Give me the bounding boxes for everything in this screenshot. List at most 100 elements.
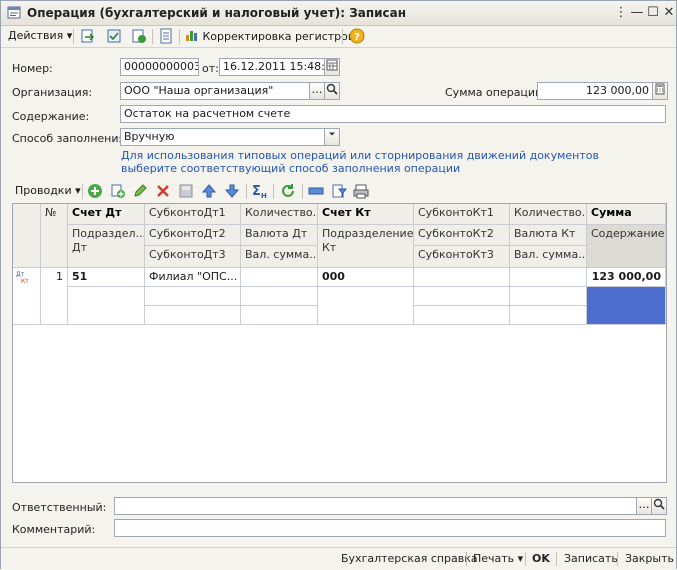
sum-icon[interactable]: ΣН — [252, 183, 268, 199]
row-kt-cell[interactable]: 000 — [318, 268, 414, 287]
print-preview-icon[interactable] — [353, 183, 369, 199]
row-content-cell-selected[interactable] — [587, 287, 666, 325]
row-valsumkt-cell[interactable] — [510, 306, 587, 325]
col-divkt-header[interactable]: Подразделение Кт — [318, 225, 414, 268]
row-subdt1-cell[interactable]: Филиал "ОПС... — [145, 268, 241, 287]
comment-field[interactable] — [114, 519, 666, 537]
document-window: Операция (бухгалтерский и налоговый учет… — [0, 0, 677, 570]
organization-open-button[interactable] — [324, 82, 340, 100]
row-num-cell[interactable]: 1 — [41, 268, 68, 325]
delete-icon[interactable] — [155, 183, 171, 199]
col-sum-header[interactable]: Сумма — [587, 204, 666, 225]
bottom-separator — [525, 552, 526, 566]
content-field[interactable]: Остаток на расчетном счете — [120, 105, 666, 123]
col-content-header[interactable]: Содержание — [587, 225, 666, 268]
add-icon[interactable] — [87, 183, 103, 199]
fill-method-hint[interactable]: Для использования типовых операций или с… — [121, 149, 599, 175]
accounting-report-button[interactable]: Бухгалтерская справка — [341, 552, 478, 568]
col-divdt-header[interactable]: Подраздел... Дт — [68, 225, 145, 268]
col-qtykt-header[interactable]: Количество... — [510, 204, 587, 225]
row-divkt-cell[interactable] — [318, 287, 414, 325]
col-num-header[interactable]: № — [41, 204, 68, 268]
svg-text:Кт: Кт — [21, 278, 29, 285]
copy-icon[interactable] — [110, 183, 126, 199]
help-icon[interactable]: ? — [349, 28, 365, 44]
row-subkt3-cell[interactable] — [414, 306, 510, 325]
window-title: Операция (бухгалтерский и налоговый учет… — [27, 6, 407, 20]
document-icon — [7, 6, 21, 19]
col-subkt2-header[interactable]: СубконтоКт2 — [414, 225, 510, 246]
col-subkt3-header[interactable]: СубконтоКт3 — [414, 246, 510, 268]
row-subkt1-cell[interactable] — [414, 268, 510, 287]
entries-toolbar: Проводки ▾ ΣН — [1, 181, 676, 201]
post-icon[interactable] — [131, 28, 147, 44]
fill-method-dropdown-button[interactable] — [324, 128, 340, 146]
move-up-icon[interactable] — [201, 183, 217, 199]
hint-line-2: выберите соответствующий способ заполнен… — [121, 162, 461, 175]
col-qtydt-header[interactable]: Количество... — [241, 204, 318, 225]
bottom-separator — [556, 552, 557, 566]
number-field[interactable]: 00000000003 — [120, 58, 199, 76]
document-list-icon[interactable] — [158, 28, 174, 44]
col-subdt2-header[interactable]: СубконтоДт2 — [145, 225, 241, 246]
edit-pencil-icon[interactable] — [132, 183, 148, 199]
toolbar-separator — [82, 184, 83, 199]
write-icon[interactable] — [106, 28, 122, 44]
close-button[interactable]: Закрыть — [625, 552, 674, 568]
actions-menu[interactable]: Действия ▾ — [8, 28, 72, 44]
row-subdt2-cell[interactable] — [145, 287, 241, 306]
fill-method-label: Способ заполнения: — [12, 132, 129, 145]
end-edit-icon[interactable] — [178, 183, 194, 199]
maximize-button[interactable]: ☐ — [645, 5, 661, 21]
responsible-open-button[interactable] — [651, 497, 667, 515]
organization-select-button[interactable]: … — [309, 82, 325, 100]
row-dt-cell[interactable]: 51 — [68, 268, 145, 287]
responsible-select-button[interactable]: … — [636, 497, 652, 515]
ok-button[interactable]: OK — [532, 552, 550, 568]
col-dt-header[interactable]: Счет Дт — [68, 204, 145, 225]
fill-method-select[interactable]: Вручную — [120, 128, 327, 146]
print-button[interactable]: Печать ▾ — [473, 552, 523, 568]
col-valsumkt-header[interactable]: Вал. сумма... — [510, 246, 587, 268]
toolbar-separator — [179, 29, 180, 44]
calculator-button[interactable] — [652, 82, 668, 100]
post-and-close-icon[interactable] — [80, 28, 96, 44]
menu-window-icon[interactable]: ⋮ — [613, 5, 629, 21]
registers-correction-button[interactable]: Корректировка регистров — [185, 28, 354, 44]
filter-icon[interactable] — [331, 183, 347, 199]
row-curkt-cell[interactable] — [510, 287, 587, 306]
col-subdt1-header[interactable]: СубконтоДт1 — [145, 204, 241, 225]
entries-table[interactable]: № Счет Дт СубконтоДт1 Количество... Счет… — [12, 203, 667, 483]
organization-field[interactable]: ООО "Наша организация" — [120, 82, 310, 100]
move-down-icon[interactable] — [224, 183, 240, 199]
registers-correction-label: Корректировка регистров — [202, 30, 355, 43]
entries-menu[interactable]: Проводки ▾ — [15, 183, 81, 199]
minimize-button[interactable]: — — [629, 5, 645, 21]
chevron-down-icon — [329, 132, 335, 136]
bar-chart-icon — [186, 31, 197, 41]
svg-text:Σ: Σ — [252, 184, 261, 199]
operation-sum-field[interactable]: 123 000,00 — [537, 82, 653, 100]
col-curkt-header[interactable]: Валюта Кт — [510, 225, 587, 246]
row-subkt2-cell[interactable] — [414, 287, 510, 306]
col-kt-header[interactable]: Счет Кт — [318, 204, 414, 225]
row-qtydt-cell[interactable] — [241, 268, 318, 287]
row-sum-cell[interactable]: 123 000,00 — [587, 268, 666, 287]
col-icon-header — [13, 204, 41, 268]
refresh-icon[interactable] — [280, 183, 296, 199]
row-qtykt-cell[interactable] — [510, 268, 587, 287]
calendar-button[interactable] — [324, 58, 340, 76]
col-curdt-header[interactable]: Валюта Дт — [241, 225, 318, 246]
close-window-button[interactable]: ✕ — [661, 5, 677, 21]
row-valsumdt-cell[interactable] — [241, 306, 318, 325]
col-subdt3-header[interactable]: СубконтоДт3 — [145, 246, 241, 268]
date-field[interactable]: 16.12.2011 15:48:17 — [219, 58, 325, 76]
row-curdt-cell[interactable] — [241, 287, 318, 306]
col-valsumdt-header[interactable]: Вал. сумма... — [241, 246, 318, 268]
clear-field-icon[interactable] — [308, 183, 324, 199]
save-button[interactable]: Записать — [564, 552, 618, 568]
responsible-field[interactable] — [114, 497, 637, 515]
row-divdt-cell[interactable] — [68, 287, 145, 325]
row-subdt3-cell[interactable] — [145, 306, 241, 325]
col-subkt1-header[interactable]: СубконтоКт1 — [414, 204, 510, 225]
